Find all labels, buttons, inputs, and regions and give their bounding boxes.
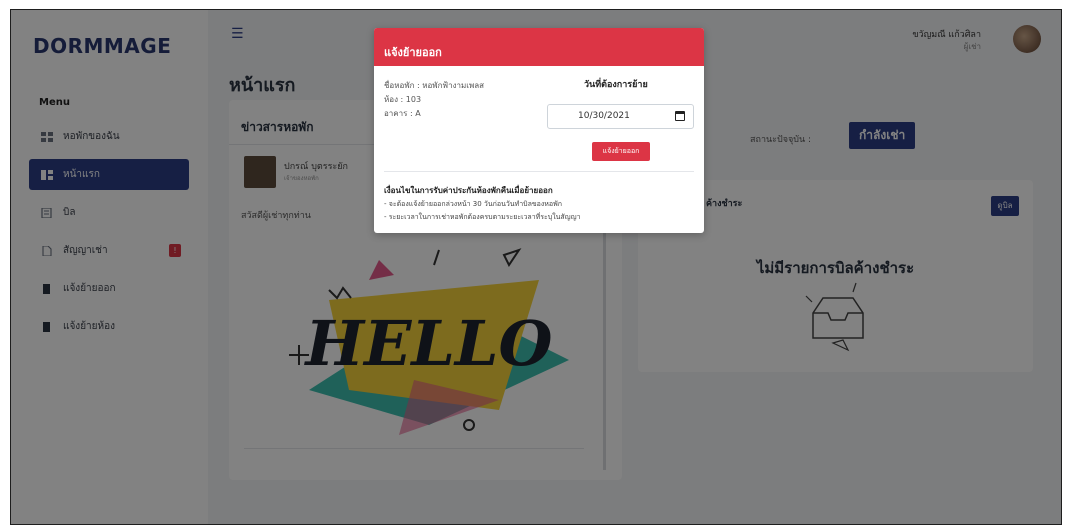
submit-move-out-button[interactable]: แจ้งย้ายออก (592, 142, 650, 161)
move-out-modal: แจ้งย้ายออก ชื่อหอพัก : หอพักฟ้างามเพลส … (374, 28, 704, 233)
modal-title: แจ้งย้ายออก (374, 28, 704, 66)
move-date-input[interactable]: 10/30/2021 (547, 104, 694, 129)
conditions-title: เงื่อนไขในการรับค่าประกันห้องพักคืนเมื่อ… (384, 186, 553, 195)
dorm-name: ชื่อหอพัก : หอพักฟ้างามเพลส (384, 81, 485, 90)
calendar-icon[interactable] (675, 111, 685, 121)
dorm-info: ชื่อหอพัก : หอพักฟ้างามเพลส ห้อง : 103 อ… (384, 79, 484, 121)
move-date-value: 10/30/2021 (578, 111, 630, 121)
condition-item: - ระยะเวลาในการเช่าหอพักต้องครบตามระยะเว… (384, 213, 581, 221)
room-number: ห้อง : 103 (384, 95, 422, 104)
divider (384, 171, 694, 172)
move-date-label: วันที่ต้องการย้าย (584, 80, 648, 90)
building-name: อาคาร : A (384, 109, 421, 118)
conditions-list: - จะต้องแจ้งย้ายออกล่วงหน้า 30 วันก่อนวั… (384, 198, 581, 224)
condition-item: - จะต้องแจ้งย้ายออกล่วงหน้า 30 วันก่อนวั… (384, 200, 562, 208)
app-window: DORMMAGE Menu หอพักของฉัน หน้าแรก บิล สั… (10, 9, 1062, 525)
